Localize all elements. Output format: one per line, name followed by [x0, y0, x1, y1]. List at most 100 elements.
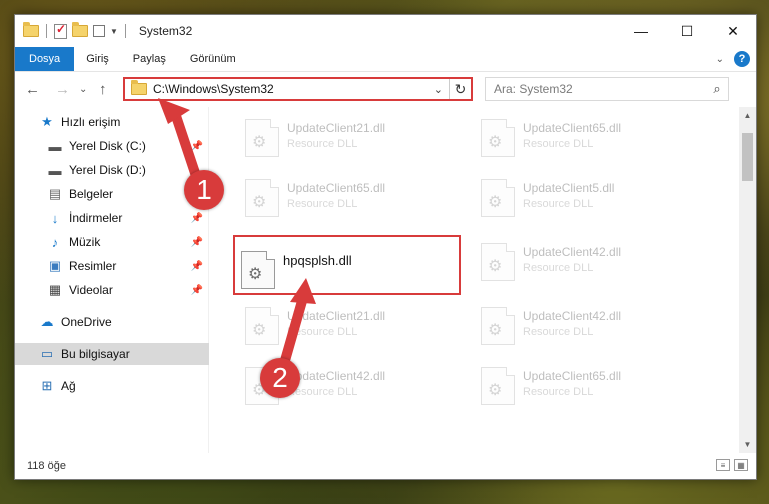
documents-icon: ▤: [48, 186, 62, 201]
address-path[interactable]: C:\Windows\System32: [153, 82, 428, 96]
file-item[interactable]: ⚙ UpdateClient65.dll Resource DLL: [475, 115, 695, 165]
minimize-button[interactable]: —: [618, 15, 664, 47]
help-icon[interactable]: ?: [734, 51, 750, 67]
view-buttons: ≡ ▦: [716, 459, 748, 471]
forward-button[interactable]: →: [55, 81, 70, 98]
file-item[interactable]: ⚙ UpdateClient42.dll Resource DLL: [475, 303, 695, 353]
address-dropdown-icon[interactable]: ⌄: [428, 83, 449, 96]
recent-locations-button[interactable]: ⌄: [79, 84, 87, 95]
item-count: 118 öğe: [27, 460, 66, 472]
maximize-button[interactable]: ☐: [664, 15, 710, 47]
dll-file-icon: ⚙: [481, 119, 515, 157]
sidebar-item-this-pc[interactable]: ▭ Bu bilgisayar: [15, 343, 209, 365]
explorer-window: ▼ System32 — ☐ ✕ Dosya Giriş Paylaş Görü…: [14, 14, 757, 480]
customize-toolbar-icon[interactable]: [93, 25, 105, 37]
dll-file-icon: ⚙: [481, 307, 515, 345]
sidebar-item-music[interactable]: ♪ Müzik 📌: [15, 231, 209, 253]
sidebar-item-label: Belgeler: [69, 187, 114, 201]
file-item[interactable]: ⚙ UpdateClient65.dll Resource DLL: [475, 363, 695, 413]
file-type: Resource DLL: [523, 386, 594, 398]
navigation-pane: ★ Hızlı erişim ▬ Yerel Disk (C:) 📌 ▬ Yer…: [15, 107, 209, 453]
sidebar-item-onedrive[interactable]: ☁ OneDrive: [15, 311, 209, 333]
folder-icon[interactable]: [23, 22, 39, 37]
qat-dropdown-icon[interactable]: ▼: [110, 27, 118, 36]
sidebar-item-label: Bu bilgisayar: [61, 347, 130, 361]
dll-file-icon: ⚙: [481, 243, 515, 281]
sidebar-item-quick-access[interactable]: ★ Hızlı erişim: [15, 111, 209, 133]
sidebar-item-label: Ağ: [61, 379, 76, 393]
sidebar-item-network[interactable]: ⊞ Ağ: [15, 375, 209, 397]
pin-icon[interactable]: 📌: [191, 141, 203, 152]
sidebar-item-label: Videolar: [69, 283, 113, 297]
music-icon: ♪: [51, 234, 59, 250]
dll-file-icon: ⚙: [245, 119, 279, 157]
dll-file-icon: ⚙: [481, 367, 515, 405]
tab-share[interactable]: Paylaş: [121, 47, 178, 71]
properties-icon[interactable]: [54, 22, 67, 39]
search-box[interactable]: ⌕: [485, 77, 729, 101]
sidebar-item-videos[interactable]: ▦ Videolar 📌: [15, 279, 209, 301]
file-type: Resource DLL: [523, 262, 594, 274]
sidebar-item-label: Yerel Disk (C:): [69, 139, 146, 153]
pictures-icon: ▣: [48, 258, 62, 273]
refresh-button[interactable]: ↻: [449, 79, 471, 99]
close-button[interactable]: ✕: [710, 15, 756, 47]
file-list: ⚙ UpdateClient21.dll Resource DLL ⚙ Upda…: [211, 107, 726, 453]
tab-home[interactable]: Giriş: [74, 47, 121, 71]
step-badge-2: 2: [260, 358, 300, 398]
file-highlight-box: [233, 235, 461, 295]
separator: [124, 24, 126, 38]
star-icon: ★: [41, 114, 53, 129]
file-name: UpdateClient21.dll: [287, 121, 386, 135]
file-item[interactable]: ⚙ UpdateClient21.dll Resource DLL: [239, 115, 459, 165]
file-item[interactable]: ⚙ UpdateClient65.dll Resource DLL: [239, 175, 459, 225]
file-name: UpdateClient65.dll: [523, 121, 622, 135]
details-view-icon[interactable]: ≡: [716, 459, 730, 471]
pin-icon[interactable]: 📌: [191, 237, 203, 248]
drive-icon: ▬: [48, 138, 62, 154]
sidebar-item-label: İndirmeler: [69, 211, 123, 225]
sidebar-item-label: Yerel Disk (D:): [69, 163, 146, 177]
scroll-thumb[interactable]: [742, 133, 753, 181]
dll-file-icon: ⚙: [245, 307, 279, 345]
tab-view[interactable]: Görünüm: [178, 47, 248, 71]
pin-icon[interactable]: 📌: [191, 261, 203, 272]
up-button[interactable]: ↑: [99, 81, 107, 98]
file-item[interactable]: ⚙ UpdateClient5.dll Resource DLL: [475, 175, 695, 225]
large-icons-view-icon[interactable]: ▦: [734, 459, 748, 471]
download-icon: ↓: [51, 210, 59, 226]
file-item[interactable]: ⚙ UpdateClient21.dll Resource DLL: [239, 303, 459, 353]
expand-ribbon-icon[interactable]: ⌄: [716, 54, 724, 65]
sidebar-item-disk-d[interactable]: ▬ Yerel Disk (D:): [15, 159, 209, 181]
tab-file[interactable]: Dosya: [15, 47, 75, 71]
file-type: Resource DLL: [523, 138, 594, 150]
sidebar-item-label: Resimler: [69, 259, 117, 273]
address-bar[interactable]: C:\Windows\System32 ⌄ ↻: [123, 77, 473, 101]
drive-icon: ▬: [48, 162, 62, 178]
quick-access-toolbar: ▼ System32: [15, 22, 192, 39]
sidebar-item-documents[interactable]: ▤ Belgeler 📌: [15, 183, 209, 205]
cloud-icon: ☁: [40, 314, 54, 329]
file-type: Resource DLL: [287, 138, 358, 150]
window-controls: — ☐ ✕: [618, 15, 756, 47]
file-type: Resource DLL: [287, 386, 358, 398]
sidebar-item-downloads[interactable]: ↓ İndirmeler 📌: [15, 207, 209, 229]
file-type: Resource DLL: [523, 198, 594, 210]
search-input[interactable]: [494, 82, 706, 96]
search-icon[interactable]: ⌕: [706, 81, 728, 97]
file-name: UpdateClient5.dll: [523, 181, 615, 195]
sidebar-item-disk-c[interactable]: ▬ Yerel Disk (C:) 📌: [15, 135, 209, 157]
pin-icon[interactable]: 📌: [191, 213, 203, 224]
ribbon-tabs: Dosya Giriş Paylaş Görünüm ⌄ ?: [15, 47, 756, 71]
file-name: UpdateClient42.dll: [523, 309, 622, 323]
back-button[interactable]: ←: [25, 81, 40, 98]
file-type: Resource DLL: [287, 326, 358, 338]
vertical-scrollbar[interactable]: ▲ ▼: [739, 107, 756, 453]
scroll-up-icon[interactable]: ▲: [739, 107, 756, 124]
sidebar-item-pictures[interactable]: ▣ Resimler 📌: [15, 255, 209, 277]
sidebar-item-label: OneDrive: [61, 315, 112, 329]
new-folder-icon[interactable]: [72, 22, 88, 37]
file-item[interactable]: ⚙ UpdateClient42.dll Resource DLL: [475, 239, 695, 289]
scroll-down-icon[interactable]: ▼: [739, 436, 756, 453]
pin-icon[interactable]: 📌: [191, 285, 203, 296]
